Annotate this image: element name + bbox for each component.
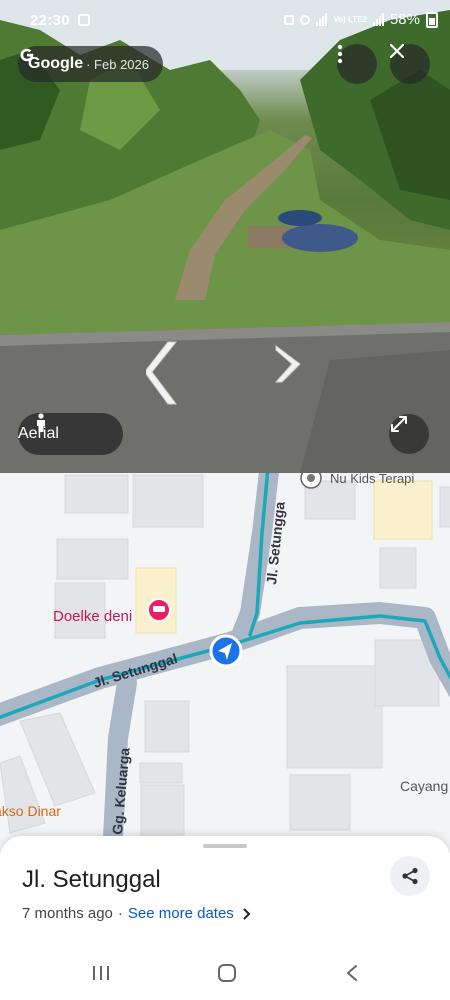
google-g-icon (20, 48, 34, 62)
imagery-age: 7 months ago (22, 905, 113, 922)
chevron-right-icon[interactable] (243, 908, 251, 920)
place-title: Jl. Setunggal (22, 866, 161, 893)
battery-percent: 58% (389, 11, 420, 28)
pegman-icon (37, 413, 45, 432)
imagery-date-chip[interactable]: Google · Feb 2026 (18, 46, 163, 82)
map-canvas: Jl. Setunggal Jl. Setungga Gg. Keluarga (0, 473, 450, 853)
imagery-meta: 7 months ago · See more dates (22, 905, 251, 922)
home-icon[interactable] (217, 963, 237, 983)
nav-arrow-forward-icon[interactable] (274, 344, 302, 384)
map-view[interactable]: Jl. Setunggal Jl. Setungga Gg. Keluarga … (0, 473, 450, 853)
recents-icon[interactable] (92, 964, 110, 982)
expand-button[interactable] (389, 414, 429, 454)
gallery-notification-icon (78, 14, 90, 26)
current-view-location-icon (209, 634, 243, 668)
poi-label-bakso[interactable]: akso Dinar (0, 803, 61, 819)
sheet-drag-handle[interactable] (203, 844, 247, 848)
more-vert-icon (337, 44, 343, 64)
see-more-dates-link[interactable]: See more dates (128, 905, 234, 922)
status-time: 22:30 (30, 12, 70, 29)
expand-icon (391, 416, 407, 432)
share-icon (402, 867, 418, 885)
google-brand: Google (28, 55, 84, 72)
sync-icon (284, 14, 295, 25)
close-button[interactable] (390, 44, 430, 84)
battery-icon (426, 11, 438, 28)
network-label: Vo) LTE2 (333, 14, 367, 24)
poi-label-doelke[interactable]: Doelke deni (53, 608, 132, 625)
meta-separator: · (117, 905, 123, 922)
nav-arrow-back-icon[interactable] (146, 340, 182, 406)
share-button[interactable] (390, 856, 430, 896)
location-status-icon (300, 14, 311, 25)
cell-signal-icon (372, 13, 384, 26)
status-icons: Vo) LTE2 58% (284, 11, 438, 28)
poi-label-nukids[interactable]: Nu Kids Terapi (330, 473, 414, 486)
close-icon (390, 44, 404, 58)
nu-kids-pin-icon[interactable] (300, 473, 322, 489)
more-options-button[interactable] (337, 44, 377, 84)
status-bar: 22:30 Vo) LTE2 58% (0, 0, 450, 40)
hotel-pin-icon[interactable] (147, 598, 171, 622)
system-nav-bar (0, 950, 450, 1000)
wifi-signal-icon (316, 13, 328, 26)
imagery-date: · Feb 2026 (86, 56, 149, 72)
street-view-image[interactable]: 22:30 Vo) LTE2 58% Google · Feb 2026 Aer… (0, 0, 450, 473)
back-icon[interactable] (345, 964, 359, 982)
poi-label-cayang[interactable]: Cayang (400, 778, 448, 794)
aerial-button[interactable]: Aerial (18, 413, 123, 455)
